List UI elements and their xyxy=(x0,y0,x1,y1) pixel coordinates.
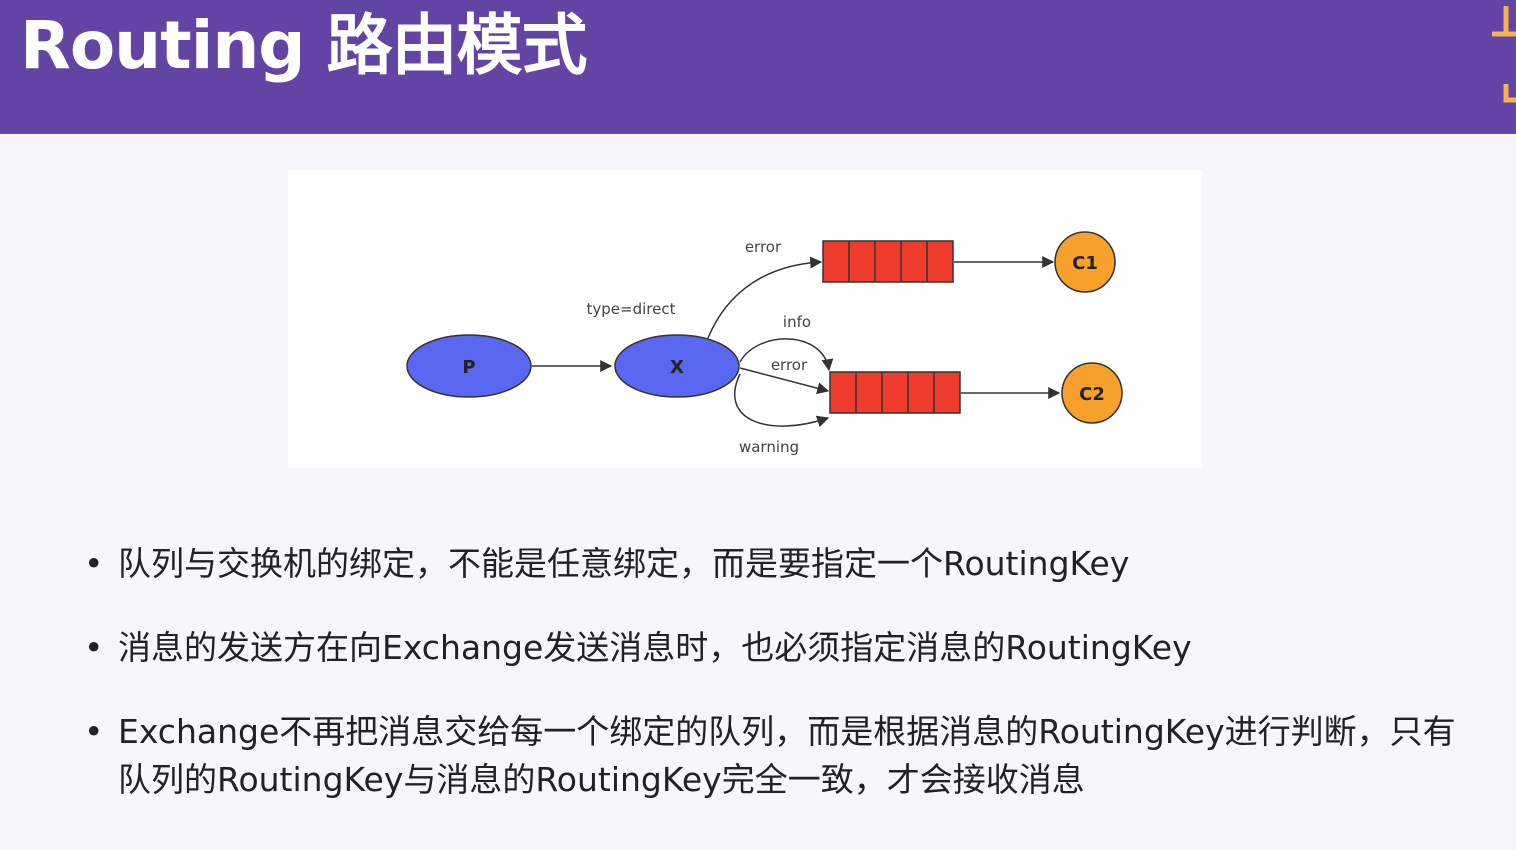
consumer-c1-label: C1 xyxy=(1072,253,1098,274)
exchange-label: X xyxy=(670,357,684,378)
corner-decoration-icon xyxy=(1492,6,1516,103)
exchange-type-label: type=direct xyxy=(587,300,676,318)
binding-label-q2-info: info xyxy=(783,313,811,331)
binding-label-q2-error: error xyxy=(771,356,808,374)
bullet-item: 消息的发送方在向Exchange发送消息时，也必须指定消息的RoutingKey xyxy=(84,624,1484,672)
binding-warning-q2-arrow xyxy=(733,373,830,428)
bullet-item: 队列与交换机的绑定，不能是任意绑定，而是要指定一个RoutingKey xyxy=(84,540,1484,588)
consumer-c2-label: C2 xyxy=(1079,384,1105,405)
bullet-item: Exchange不再把消息交给每一个绑定的队列，而是根据消息的RoutingKe… xyxy=(84,708,1484,804)
binding-label-q2-warning: warning xyxy=(739,438,799,456)
queue-2 xyxy=(829,371,961,414)
bullet-list: 队列与交换机的绑定，不能是任意绑定，而是要指定一个RoutingKey 消息的发… xyxy=(84,540,1484,804)
header-bar: Routing 路由模式 xyxy=(0,0,1516,134)
producer-label: P xyxy=(462,357,475,378)
page-title: Routing 路由模式 xyxy=(20,7,588,84)
queue-1 xyxy=(822,240,954,283)
routing-diagram: P X type=direct error C1 info error warn… xyxy=(288,170,1202,468)
binding-label-q1-error: error xyxy=(745,238,782,256)
